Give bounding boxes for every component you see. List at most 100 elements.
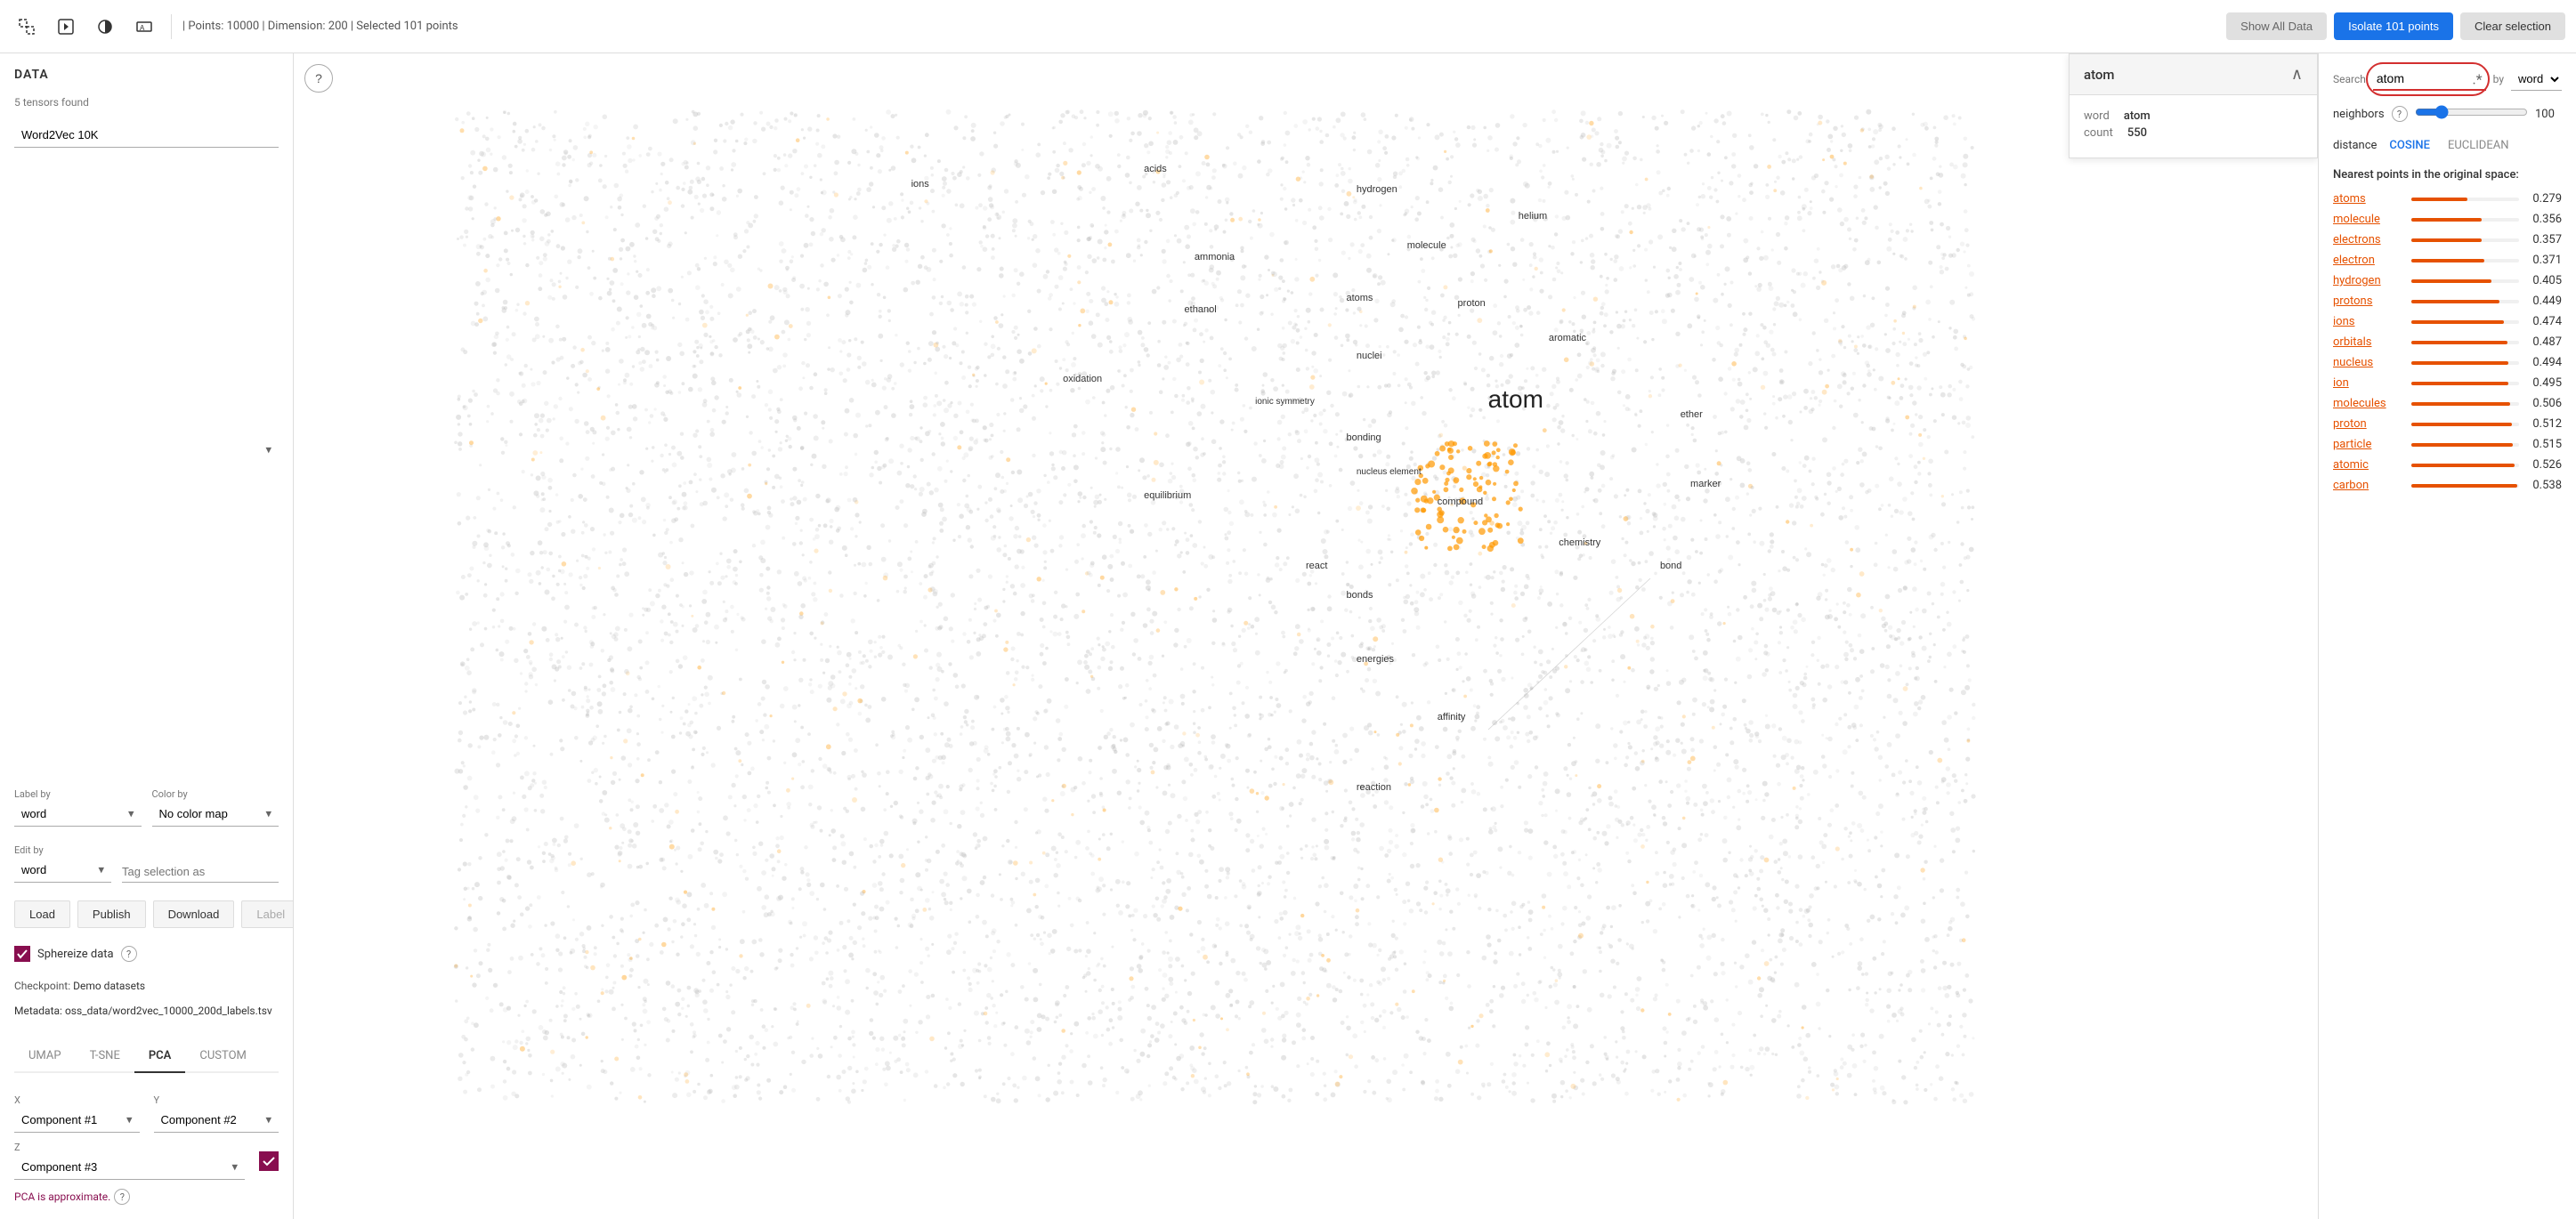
nearest-bar-wrap — [2411, 198, 2519, 201]
search-input-wrapper: .* — [2373, 68, 2486, 91]
color-by-select[interactable]: No color map — [152, 802, 279, 827]
dataset-select-wrapper: Word2Vec 10K — [14, 123, 279, 778]
z-select-wrapper: Component #3 — [14, 1155, 245, 1180]
sphereize-help-icon[interactable]: ? — [121, 946, 137, 962]
nearest-bar — [2411, 341, 2507, 344]
projection-tabs: UMAP T-SNE PCA CUSTOM — [14, 1040, 279, 1073]
pca-approx-help-icon[interactable]: ? — [114, 1189, 130, 1205]
nearest-score: 0.279 — [2526, 192, 2562, 206]
nearest-bar-wrap — [2411, 423, 2519, 426]
word-label: acids — [1144, 164, 1167, 174]
color-by-label: Color by — [152, 788, 279, 800]
xy-components: X Component #1 Y Component #2 — [14, 1094, 279, 1133]
load-button[interactable]: Load — [14, 900, 70, 928]
z-checkbox[interactable] — [259, 1151, 279, 1171]
word-label: react — [1306, 561, 1327, 571]
nearest-word[interactable]: nucleus — [2333, 356, 2404, 369]
nearest-word[interactable]: ions — [2333, 315, 2404, 328]
search-clear-icon[interactable]: .* — [2473, 71, 2483, 88]
edit-row: Edit by word — [14, 844, 279, 883]
nearest-score: 0.538 — [2526, 479, 2562, 492]
dataset-select[interactable]: Word2Vec 10K — [14, 123, 279, 148]
nearest-word[interactable]: proton — [2333, 417, 2404, 431]
color-by-group: Color by No color map — [152, 788, 279, 827]
word-label: bonding — [1346, 432, 1381, 443]
neighbors-help-icon[interactable]: ? — [2392, 106, 2408, 122]
night-mode-icon[interactable] — [50, 11, 82, 43]
nearest-bar — [2411, 300, 2499, 303]
nearest-bar-wrap — [2411, 279, 2519, 283]
neighbors-label: neighbors — [2333, 108, 2385, 121]
word-label: aromatic — [1549, 333, 1586, 343]
checkpoint-value: Demo datasets — [73, 980, 145, 992]
nearest-word[interactable]: protons — [2333, 295, 2404, 308]
download-button[interactable]: Download — [153, 900, 235, 928]
sphereize-checkbox[interactable] — [14, 946, 30, 962]
search-label: Search — [2333, 73, 2366, 85]
neighbors-slider[interactable] — [2415, 105, 2528, 119]
pca-approx-text: PCA is approximate. — [14, 1191, 110, 1203]
search-input[interactable] — [2373, 68, 2486, 91]
nearest-bar-wrap — [2411, 341, 2519, 344]
nearest-bar — [2411, 361, 2508, 365]
nearest-word[interactable]: atoms — [2333, 192, 2404, 206]
nearest-item: molecule 0.356 — [2333, 213, 2562, 226]
nearest-word[interactable]: hydrogen — [2333, 274, 2404, 287]
nearest-item: ions 0.474 — [2333, 315, 2562, 328]
nearest-bar-wrap — [2411, 300, 2519, 303]
nearest-word[interactable]: electron — [2333, 254, 2404, 267]
publish-button[interactable]: Publish — [77, 900, 146, 928]
edit-by-select[interactable]: word — [14, 858, 111, 883]
nearest-word[interactable]: particle — [2333, 438, 2404, 451]
x-group: X Component #1 — [14, 1094, 140, 1133]
nearest-word[interactable]: orbitals — [2333, 335, 2404, 349]
nearest-word[interactable]: ion — [2333, 376, 2404, 390]
nearest-bar — [2411, 443, 2513, 447]
show-all-button[interactable]: Show All Data — [2226, 12, 2327, 40]
by-select[interactable]: word — [2511, 68, 2562, 91]
label-by-select[interactable]: word — [14, 802, 142, 827]
clear-selection-button[interactable]: Clear selection — [2460, 12, 2565, 40]
euclidean-option[interactable]: EUCLIDEAN — [2442, 137, 2515, 154]
nearest-word[interactable]: molecules — [2333, 397, 2404, 410]
nearest-word[interactable]: molecule — [2333, 213, 2404, 226]
isolate-button[interactable]: Isolate 101 points — [2334, 12, 2453, 40]
y-select[interactable]: Component #2 — [154, 1108, 279, 1133]
color-by-select-wrapper: No color map — [152, 802, 279, 827]
tag-input[interactable] — [122, 861, 279, 883]
nearest-word[interactable]: carbon — [2333, 479, 2404, 492]
word-label: compound — [1438, 496, 1483, 507]
nearest-bar — [2411, 402, 2510, 406]
tab-pca[interactable]: PCA — [134, 1040, 186, 1073]
nearest-item: ion 0.495 — [2333, 376, 2562, 390]
nearest-word[interactable]: electrons — [2333, 233, 2404, 246]
x-select[interactable]: Component #1 — [14, 1108, 140, 1133]
tab-tsne[interactable]: T-SNE — [76, 1040, 134, 1073]
word-label: ethanol — [1185, 304, 1217, 315]
edit-by-label: Edit by — [14, 844, 111, 856]
canvas-area[interactable]: ? ionsacidshydrogenheliumammoniamolecule… — [294, 53, 2318, 1219]
label-icon[interactable]: A — [128, 11, 160, 43]
nearest-bar-wrap — [2411, 320, 2519, 324]
tab-umap[interactable]: UMAP — [14, 1040, 76, 1073]
metadata-label: Metadata: — [14, 1005, 62, 1017]
nearest-score: 0.506 — [2526, 397, 2562, 410]
cosine-option[interactable]: COSINE — [2384, 137, 2435, 154]
atom-panel-close[interactable]: ∧ — [2291, 65, 2303, 84]
neighbors-row: neighbors ? 100 — [2333, 105, 2562, 123]
tab-custom[interactable]: CUSTOM — [185, 1040, 260, 1073]
nearest-bar-wrap — [2411, 361, 2519, 365]
nearest-bar-wrap — [2411, 484, 2519, 488]
main-layout: DATA 5 tensors found Word2Vec 10K Label … — [0, 53, 2576, 1219]
edit-by-group: Edit by word — [14, 844, 111, 883]
nearest-word[interactable]: atomic — [2333, 458, 2404, 472]
nearest-bar — [2411, 464, 2515, 467]
contrast-icon[interactable] — [89, 11, 121, 43]
label-button[interactable]: Label — [241, 900, 294, 928]
z-select[interactable]: Component #3 — [14, 1155, 245, 1180]
word-label: helium — [1519, 211, 1547, 222]
word-label: chemistry — [1559, 537, 1600, 548]
selection-icon[interactable] — [11, 11, 43, 43]
sidebar: DATA 5 tensors found Word2Vec 10K Label … — [0, 53, 294, 1219]
z-label: Z — [14, 1142, 245, 1153]
